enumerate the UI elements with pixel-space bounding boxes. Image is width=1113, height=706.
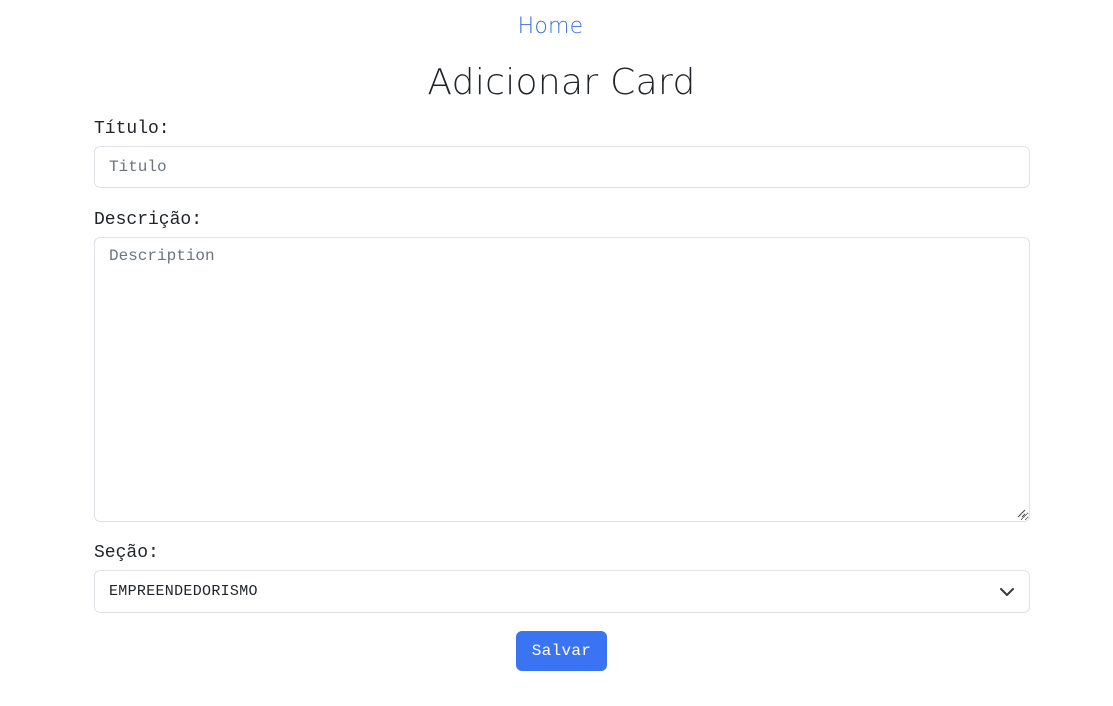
chevron-down-icon [999, 584, 1015, 600]
description-textarea[interactable] [94, 237, 1030, 522]
title-label: Título: [94, 119, 170, 139]
save-button[interactable]: Salvar [516, 631, 607, 671]
resize-handle-icon[interactable] [1016, 508, 1026, 518]
section-select[interactable]: EMPREENDEDORISMO [94, 570, 1030, 613]
description-label: Descrição: [94, 210, 203, 230]
home-link[interactable]: Home [518, 14, 584, 39]
home-link-container: Home [0, 14, 1113, 39]
title-input[interactable] [94, 146, 1030, 188]
section-selected-value: EMPREENDEDORISMO [109, 583, 258, 600]
page-title: Adicionar Card [427, 62, 696, 103]
section-label: Seção: [94, 543, 159, 563]
add-card-page: Home Adicionar Card Título: Descrição: S… [0, 0, 1113, 706]
